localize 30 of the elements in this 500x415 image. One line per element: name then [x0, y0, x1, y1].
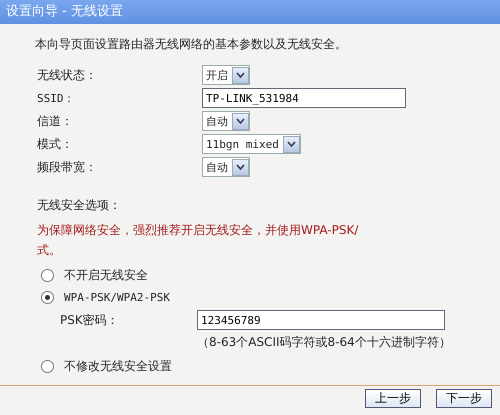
caret-icon	[286, 141, 296, 147]
intro-text: 本向导页面设置路由器无线网络的基本参数以及无线安全。	[35, 36, 348, 53]
caret-icon	[236, 118, 245, 124]
field-label: 无线状态：	[37, 66, 98, 84]
warning-text: 式。	[37, 242, 61, 259]
field-label: PSK密码：	[60, 312, 120, 328]
radio-button[interactable]	[41, 291, 54, 304]
nav-button[interactable]: 下一步	[436, 389, 492, 408]
ssid-field[interactable]: TP-LINK_531984	[202, 88, 406, 108]
dropdown[interactable]: 自动	[202, 157, 250, 177]
dropdown[interactable]: 开启	[202, 65, 250, 85]
caret-icon	[236, 164, 245, 170]
warning-text: 为保障网络安全，强烈推荐开启无线安全，并使用WPA-PSK/	[37, 222, 358, 239]
field-label: 模式：	[37, 136, 74, 152]
option-label: 不开启无线安全	[64, 267, 148, 284]
hint-text: （8-63个ASCII码字符或8-64个十六进制字符）	[197, 334, 452, 351]
field-label: SSID：	[37, 90, 76, 106]
radio-button[interactable]	[41, 360, 54, 373]
option-label: WPA-PSK/WPA2-PSK	[64, 291, 170, 304]
option-label: 不修改无线安全设置	[64, 358, 172, 375]
window-title: 设置向导 - 无线设置	[0, 0, 500, 24]
radio-button[interactable]	[41, 269, 54, 282]
nav-button[interactable]: 上一步	[365, 389, 421, 408]
caret-icon	[236, 72, 245, 78]
dropdown[interactable]: 自动	[202, 111, 250, 131]
dropdown[interactable]: 11bgn mixed	[202, 134, 301, 154]
field-label: 频段带宽：	[37, 158, 98, 176]
field-label: 信道：	[37, 112, 74, 130]
password-field[interactable]: 123456789	[197, 310, 445, 330]
section-heading: 无线安全选项：	[37, 197, 122, 214]
